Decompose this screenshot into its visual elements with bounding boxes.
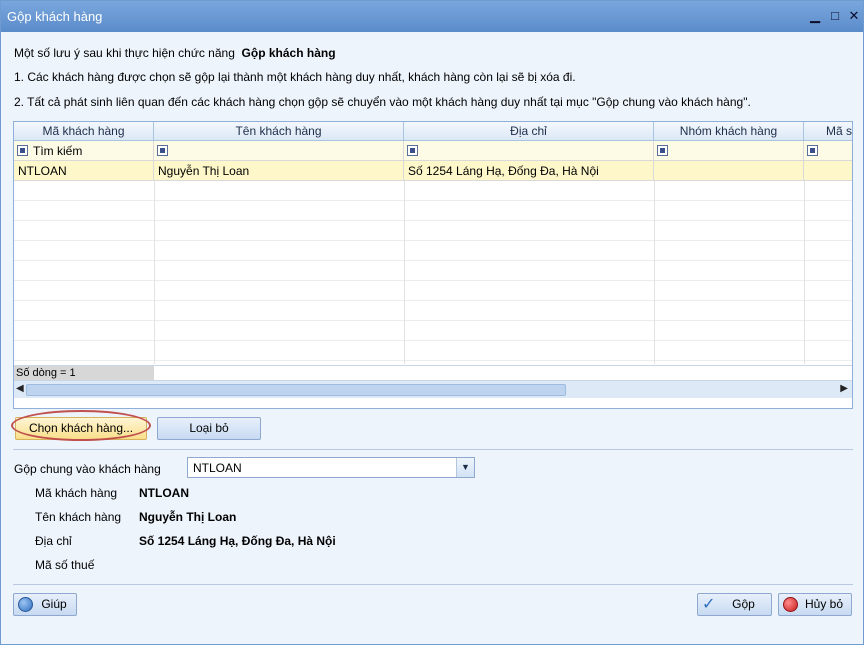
detail-name-value: Nguyễn Thị Loan (139, 510, 237, 524)
remove-label: Loại bỏ (189, 421, 229, 435)
empty-row (14, 281, 852, 301)
filter-cell-tax[interactable] (804, 141, 852, 161)
merge-label: Gộp (732, 597, 755, 611)
filter-row: Tìm kiếm (14, 141, 852, 161)
empty-row (14, 221, 852, 241)
notes-intro-text: Một số lưu ý sau khi thực hiện chức năng (14, 46, 235, 60)
empty-row (14, 261, 852, 281)
empty-row (14, 301, 852, 321)
merge-into-value: NTLOAN (193, 461, 242, 475)
horizontal-scrollbar[interactable]: ◀ ▶ (14, 380, 852, 398)
filter-cell-group[interactable] (654, 141, 804, 161)
title-bar[interactable]: Gộp khách hàng ▁ □ ✕ (1, 1, 863, 32)
merge-customers-dialog: Gộp khách hàng ▁ □ ✕ Một số lưu ý sau kh… (0, 0, 864, 645)
merge-into-label: Gộp chung vào khách hàng (14, 462, 161, 476)
detail-address-value: Số 1254 Láng Hạ, Đống Đa, Hà Nội (139, 534, 336, 548)
detail-code-label: Mã khách hàng (35, 486, 118, 500)
highlight-ellipse (11, 410, 151, 441)
column-divider (804, 181, 805, 364)
column-header-name[interactable]: Tên khách hàng (154, 122, 404, 141)
cancel-button[interactable]: Hủy bỏ (778, 593, 852, 616)
minimize-icon[interactable]: ▁ (806, 7, 824, 25)
empty-row (14, 201, 852, 221)
filter-icon[interactable] (657, 145, 668, 156)
empty-row (14, 321, 852, 341)
column-divider (154, 181, 155, 364)
window-title: Gộp khách hàng (7, 9, 103, 24)
column-header-address[interactable]: Địa chỉ (404, 122, 654, 141)
empty-row (14, 341, 852, 361)
help-button[interactable]: Giúp (13, 593, 77, 616)
filter-icon[interactable] (157, 145, 168, 156)
detail-tax-label: Mã số thuế (35, 558, 95, 572)
scrollbar-thumb[interactable] (26, 384, 566, 396)
filter-placeholder: Tìm kiếm (33, 144, 83, 158)
detail-name-label: Tên khách hàng (35, 510, 122, 524)
table-row[interactable]: NTLOAN Nguyễn Thị Loan Số 1254 Láng Hạ, … (14, 161, 852, 181)
detail-address-label: Địa chỉ (35, 534, 72, 548)
filter-icon[interactable] (407, 145, 418, 156)
filter-cell-address[interactable] (404, 141, 654, 161)
scroll-left-icon[interactable]: ◀ (16, 383, 24, 394)
detail-code-value: NTLOAN (139, 486, 189, 500)
maximize-icon[interactable]: □ (826, 7, 844, 25)
check-icon: ✓ (702, 596, 716, 613)
divider (13, 584, 853, 585)
cell-name: Nguyễn Thị Loan (154, 161, 404, 181)
notes-line-1: 1. Các khách hàng được chọn sẽ gộp lại t… (14, 70, 576, 84)
notes-intro: Một số lưu ý sau khi thực hiện chức năng… (14, 46, 336, 60)
customer-grid: Mã khách hàng Tên khách hàng Địa chỉ Nhó… (13, 121, 853, 409)
cell-code: NTLOAN (14, 161, 154, 181)
dialog-content: Một số lưu ý sau khi thực hiện chức năng… (1, 32, 863, 644)
empty-row (14, 241, 852, 261)
close-icon[interactable]: ✕ (845, 7, 863, 25)
filter-icon[interactable] (807, 145, 818, 156)
filter-cell-name[interactable] (154, 141, 404, 161)
help-icon (18, 597, 33, 612)
column-divider (654, 181, 655, 364)
notes-intro-function: Gộp khách hàng (241, 46, 336, 60)
cell-address: Số 1254 Láng Hạ, Đống Đa, Hà Nội (404, 161, 654, 181)
cell-tax (804, 161, 852, 181)
scroll-right-icon[interactable]: ▶ (840, 383, 848, 394)
merge-button[interactable]: ✓ Gộp (697, 593, 772, 616)
column-header-tax[interactable]: Mã số (804, 122, 852, 141)
notes-line-2: 2. Tất cả phát sinh liên quan đến các kh… (14, 95, 751, 109)
divider (13, 449, 853, 450)
column-divider (404, 181, 405, 364)
filter-cell-code[interactable]: Tìm kiếm (14, 141, 154, 161)
grid-footer: Số dòng = 1 (14, 365, 852, 381)
grid-header: Mã khách hàng Tên khách hàng Địa chỉ Nhó… (14, 122, 852, 141)
empty-row (14, 181, 852, 201)
merge-into-select[interactable]: NTLOAN ▼ (187, 457, 475, 478)
filter-icon[interactable] (17, 145, 28, 156)
cell-group (654, 161, 804, 181)
chevron-down-icon[interactable]: ▼ (456, 458, 474, 477)
row-count: Số dòng = 1 (14, 366, 154, 381)
column-header-group[interactable]: Nhóm khách hàng (654, 122, 804, 141)
cancel-icon (783, 597, 798, 612)
column-header-code[interactable]: Mã khách hàng (14, 122, 154, 141)
remove-button[interactable]: Loại bỏ (157, 417, 261, 440)
